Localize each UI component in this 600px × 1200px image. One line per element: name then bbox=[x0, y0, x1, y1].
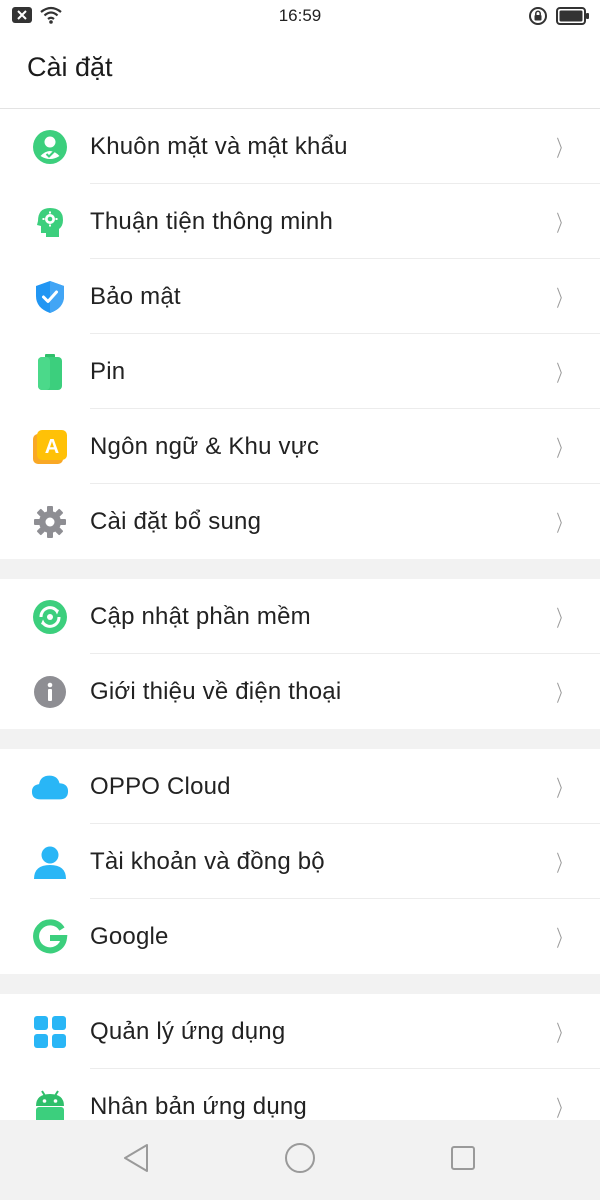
settings-group: Quản lý ứng dụng 〉 Nhân bản ứng dụng 〉 bbox=[0, 994, 600, 1120]
chevron-right-icon: 〉 bbox=[556, 436, 570, 462]
settings-item-security[interactable]: Bảo mật 〉 bbox=[0, 259, 600, 334]
chevron-right-icon: 〉 bbox=[556, 1096, 570, 1121]
settings-item-label: Nhân bản ứng dụng bbox=[90, 1092, 307, 1120]
settings-item-label: Tài khoản và đồng bộ bbox=[90, 847, 325, 875]
info-icon bbox=[31, 673, 69, 711]
settings-item-battery[interactable]: Pin 〉 bbox=[0, 334, 600, 409]
settings-item-app-clone[interactable]: Nhân bản ứng dụng 〉 bbox=[0, 1069, 600, 1120]
settings-group: Khuôn mặt và mật khẩu 〉 Thuận tiện thông… bbox=[0, 109, 600, 559]
chevron-right-icon: 〉 bbox=[556, 286, 570, 312]
security-shield-icon bbox=[31, 278, 69, 316]
settings-item-accounts-sync[interactable]: Tài khoản và đồng bộ 〉 bbox=[0, 824, 600, 899]
settings-item-label: Quản lý ứng dụng bbox=[90, 1017, 286, 1045]
settings-list: Khuôn mặt và mật khẩu 〉 Thuận tiện thông… bbox=[0, 109, 600, 1120]
settings-item-additional-settings[interactable]: Cài đặt bổ sung 〉 bbox=[0, 484, 600, 559]
chevron-right-icon: 〉 bbox=[556, 776, 570, 802]
settings-group: Cập nhật phần mềm 〉 Giới thiệu về điện t… bbox=[0, 579, 600, 729]
settings-item-label: Giới thiệu về điện thoại bbox=[90, 677, 342, 705]
chevron-right-icon: 〉 bbox=[556, 926, 570, 952]
recents-icon bbox=[450, 1145, 476, 1176]
app-management-icon bbox=[31, 1013, 69, 1051]
chevron-right-icon: 〉 bbox=[556, 361, 570, 387]
settings-item-label: Cài đặt bổ sung bbox=[90, 507, 262, 535]
settings-item-label: Pin bbox=[90, 357, 126, 385]
settings-item-label: Khuôn mặt và mật khẩu bbox=[90, 132, 348, 160]
settings-item-google[interactable]: Google 〉 bbox=[0, 899, 600, 974]
settings-item-label: Bảo mật bbox=[90, 282, 181, 310]
back-icon bbox=[122, 1142, 150, 1179]
cloud-icon bbox=[31, 768, 69, 806]
status-time: 16:59 bbox=[278, 6, 322, 25]
status-bar: 16:59 bbox=[0, 0, 600, 34]
group-separator bbox=[0, 974, 600, 994]
settings-item-software-update[interactable]: Cập nhật phần mềm 〉 bbox=[0, 579, 600, 654]
settings-item-label: Ngôn ngữ & Khu vực bbox=[90, 432, 320, 460]
chevron-right-icon: 〉 bbox=[556, 136, 570, 162]
group-separator bbox=[0, 559, 600, 579]
settings-item-label: Google bbox=[90, 922, 169, 950]
face-password-icon bbox=[31, 128, 69, 166]
home-icon bbox=[284, 1142, 316, 1179]
svg-text:A: A bbox=[45, 436, 59, 458]
smart-convenience-icon bbox=[31, 203, 69, 241]
account-icon bbox=[31, 843, 69, 881]
chevron-right-icon: 〉 bbox=[556, 851, 570, 877]
chevron-right-icon: 〉 bbox=[556, 1021, 570, 1047]
home-button[interactable] bbox=[280, 1140, 320, 1180]
chevron-right-icon: 〉 bbox=[556, 606, 570, 632]
battery-icon bbox=[556, 7, 590, 30]
settings-item-label: Thuận tiện thông minh bbox=[90, 207, 334, 235]
settings-item-label: OPPO Cloud bbox=[90, 772, 231, 800]
rotation-lock-icon bbox=[528, 6, 548, 31]
settings-item-smart-convenience[interactable]: Thuận tiện thông minh 〉 bbox=[0, 184, 600, 259]
battery-icon bbox=[31, 353, 69, 391]
chevron-right-icon: 〉 bbox=[556, 511, 570, 537]
settings-item-label: Cập nhật phần mềm bbox=[90, 602, 311, 630]
settings-item-app-management[interactable]: Quản lý ứng dụng 〉 bbox=[0, 994, 600, 1069]
group-separator bbox=[0, 729, 600, 749]
settings-item-face-password[interactable]: Khuôn mặt và mật khẩu 〉 bbox=[0, 109, 600, 184]
chevron-right-icon: 〉 bbox=[556, 211, 570, 237]
settings-group: OPPO Cloud 〉 Tài khoản và đồng bộ 〉 Goog… bbox=[0, 749, 600, 974]
app-clone-icon bbox=[31, 1088, 69, 1120]
recents-button[interactable] bbox=[443, 1140, 483, 1180]
google-icon bbox=[31, 918, 69, 956]
settings-item-language[interactable]: A Ngôn ngữ & Khu vực 〉 bbox=[0, 409, 600, 484]
navigation-bar bbox=[0, 1120, 600, 1200]
chevron-right-icon: 〉 bbox=[556, 681, 570, 707]
settings-item-oppo-cloud[interactable]: OPPO Cloud 〉 bbox=[0, 749, 600, 824]
page-title: Cài đặt bbox=[27, 52, 113, 82]
settings-item-about-phone[interactable]: Giới thiệu về điện thoại 〉 bbox=[0, 654, 600, 729]
status-right bbox=[528, 6, 590, 31]
software-update-icon bbox=[31, 598, 69, 636]
back-button[interactable] bbox=[116, 1140, 156, 1180]
language-icon: A bbox=[31, 428, 69, 466]
gear-icon bbox=[31, 503, 69, 541]
